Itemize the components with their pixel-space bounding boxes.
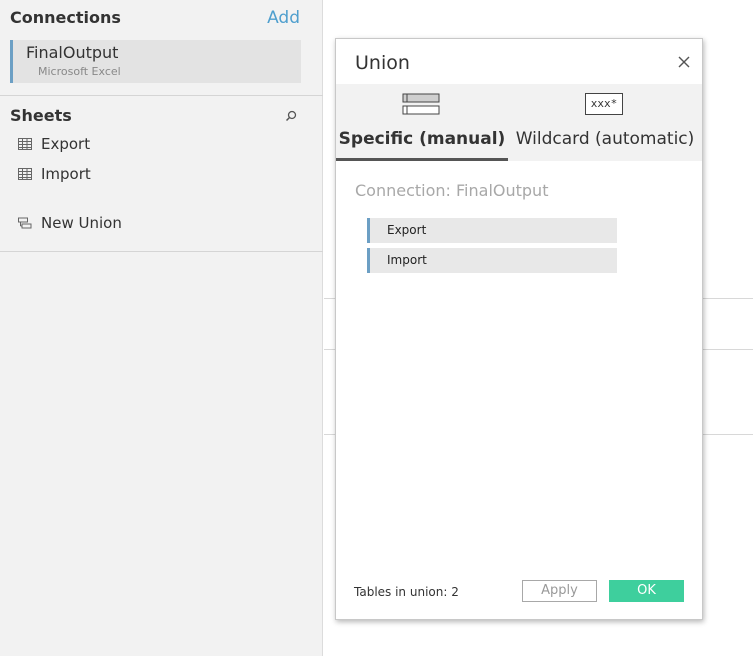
connection-label: Connection: FinalOutput	[355, 181, 549, 200]
dialog-title: Union	[355, 52, 410, 74]
wildcard-icon: xxx*	[585, 93, 623, 115]
new-union-label: New Union	[41, 214, 122, 232]
tab-wildcard-automatic[interactable]: xxx* Wildcard (automatic)	[508, 84, 702, 161]
tab-specific-manual[interactable]: Specific (manual)	[336, 84, 508, 161]
union-table-chip[interactable]: Export	[367, 218, 617, 243]
data-source-pane: Connections Add FinalOutput Microsoft Ex…	[0, 0, 323, 656]
tables-in-union-count: Tables in union: 2	[354, 585, 459, 599]
sheets-header: Sheets	[10, 106, 72, 125]
union-table-chip[interactable]: Import	[367, 248, 617, 273]
divider	[0, 95, 323, 96]
selected-tab-indicator	[336, 158, 508, 161]
app-window: Connections Add FinalOutput Microsoft Ex…	[0, 0, 753, 656]
connection-type: Microsoft Excel	[38, 65, 121, 78]
union-icon	[18, 217, 32, 229]
sheet-item-import[interactable]: Import	[18, 163, 91, 185]
add-connection-link[interactable]: Add	[267, 8, 300, 28]
divider	[0, 251, 323, 252]
tab-label: Wildcard (automatic)	[515, 129, 695, 149]
sheet-label: Export	[41, 135, 91, 153]
tab-label: Specific (manual)	[338, 129, 506, 149]
connection-name: FinalOutput	[26, 43, 119, 62]
connection-item[interactable]: FinalOutput Microsoft Excel	[10, 40, 301, 83]
table-icon	[18, 138, 32, 150]
new-union-item[interactable]: New Union	[18, 212, 122, 234]
sheet-item-export[interactable]: Export	[18, 133, 90, 155]
stacked-tables-icon	[402, 93, 440, 115]
close-icon[interactable]	[676, 54, 692, 70]
ok-button[interactable]: OK	[609, 580, 684, 602]
connections-header: Connections	[10, 8, 121, 27]
union-mode-tabs: Specific (manual) xxx* Wildcard (automat…	[336, 84, 702, 161]
apply-button[interactable]: Apply	[522, 580, 597, 602]
search-icon[interactable]	[284, 109, 298, 123]
union-dialog: Union Specific (manual) xxx* Wildcard (a…	[335, 38, 703, 620]
table-icon	[18, 168, 32, 180]
sheet-label: Import	[41, 165, 91, 183]
